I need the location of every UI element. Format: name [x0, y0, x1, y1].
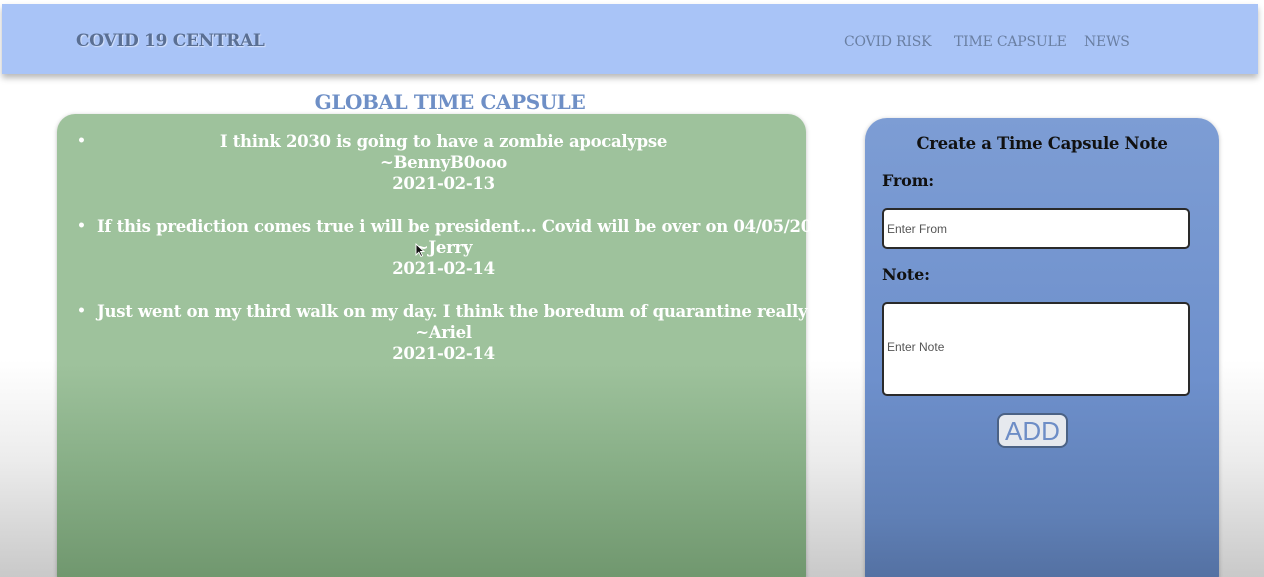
bullet-icon: • [77, 133, 86, 149]
note-author: ~Ariel [415, 323, 472, 342]
page-title: GLOBAL TIME CAPSULE [314, 90, 586, 114]
from-label: From: [882, 171, 935, 190]
note-text: I think 2030 is going to have a zombie a… [219, 132, 668, 151]
from-input[interactable] [882, 208, 1190, 249]
bullet-icon: • [77, 303, 86, 319]
note-label: Note: [882, 265, 930, 284]
create-note-form: Create a Time Capsule Note From: Note: A… [865, 118, 1219, 577]
note-author: ~Jerry [414, 238, 473, 257]
note-date: 2021-02-14 [392, 259, 495, 278]
note-author: ~BennyB0ooo [380, 153, 507, 172]
mouse-pointer-icon [415, 243, 425, 257]
top-navbar: COVID 19 CENTRAL COVID RISK TIME CAPSULE… [2, 4, 1258, 74]
note-list: • I think 2030 is going to have a zombie… [57, 131, 838, 386]
note-textarea[interactable] [882, 302, 1190, 396]
note-date: 2021-02-13 [392, 174, 495, 193]
nav-link-news[interactable]: NEWS [1084, 34, 1130, 50]
bullet-icon: • [77, 218, 86, 234]
nav-link-time-capsule[interactable]: TIME CAPSULE [954, 34, 1067, 50]
note-date: 2021-02-14 [392, 344, 495, 363]
time-capsule-notes-panel: • I think 2030 is going to have a zombie… [57, 114, 838, 577]
note-text: If this prediction comes true i will be … [97, 217, 835, 236]
brand-link[interactable]: COVID 19 CENTRAL [76, 31, 265, 51]
note-item: • I think 2030 is going to have a zombie… [57, 131, 806, 194]
note-item: • If this prediction comes true i will b… [57, 216, 835, 279]
add-button[interactable]: ADD [997, 413, 1068, 448]
note-item: • Just went on my third walk on my day. … [57, 301, 838, 364]
note-text: Just went on my third walk on my day. I … [97, 302, 838, 321]
form-title: Create a Time Capsule Note [916, 134, 1168, 153]
nav-link-covid-risk[interactable]: COVID RISK [844, 34, 932, 50]
